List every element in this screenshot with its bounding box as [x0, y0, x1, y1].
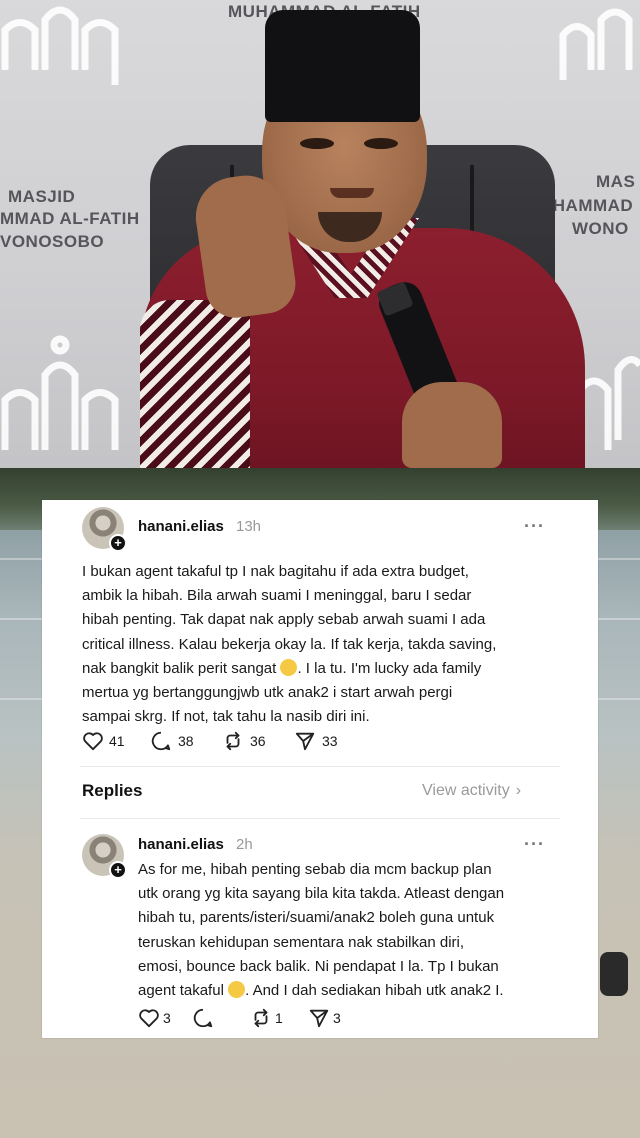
post-line: . I la tu. I'm lucky ada family	[297, 659, 482, 677]
reply-line: hibah tu, parents/isteri/suami/anak2 bol…	[138, 909, 495, 927]
post-line: nak bangkit balik perit sangat	[82, 659, 277, 677]
speaker-eye	[300, 138, 334, 149]
speaker-hand	[402, 382, 502, 468]
like-button[interactable]: 41	[82, 731, 150, 751]
share-button[interactable]: 3	[308, 1007, 362, 1029]
repost-icon	[254, 1008, 268, 1028]
mosque-logo-icon	[559, 8, 633, 80]
share-button[interactable]: 33	[294, 730, 362, 752]
divider	[80, 818, 560, 819]
sweat-smile-emoji	[228, 981, 246, 999]
reply-actions: 3 1 3	[138, 1007, 362, 1029]
reply-time: 2h	[236, 836, 253, 853]
post-line: critical illness. Kalau bekerja okay la.…	[82, 635, 497, 653]
follow-plus-icon[interactable]: +	[109, 534, 127, 552]
mosque-logo-icon	[1, 6, 119, 85]
post-line: sampai skrg. If not, tak tahu la nasib d…	[82, 708, 370, 726]
backdrop-text: VONOSOBO	[0, 232, 105, 251]
post-time: 13h	[236, 518, 262, 535]
view-activity-label: View activity	[422, 782, 510, 799]
post-actions: 41 38 36 33	[82, 730, 362, 752]
comment-count: 38	[178, 733, 194, 749]
post-line: ambik la hibah. Bila arwah suami I menin…	[82, 587, 472, 605]
threads-screenshot-card: + hanani.elias 13h ··· I bukan agent tak…	[42, 500, 598, 1038]
heart-icon	[83, 732, 103, 751]
replies-title: Replies	[82, 781, 143, 800]
like-count: 3	[163, 1010, 171, 1026]
post-line: mertua yg bertanggungjwb utk anak2 i sta…	[82, 684, 453, 702]
backdrop-text: MMAD AL-FATIH	[0, 209, 140, 228]
more-options-icon[interactable]: ···	[524, 516, 545, 537]
reply-line: emosi, bounce back balik. Ni pendapat I …	[138, 957, 499, 975]
mosque-logo-icon	[1, 335, 119, 450]
reply-line: teruskan kehidupan sementara nak stabilk…	[138, 933, 465, 951]
divider	[80, 766, 560, 767]
pleading-face-emoji	[280, 658, 298, 676]
reply-line: . And I dah sediakan hibah utk anak2 I.	[245, 982, 504, 1000]
comment-icon	[193, 1008, 213, 1028]
chevron-right-icon: ›	[515, 782, 522, 799]
speaker-eye	[364, 138, 398, 149]
follow-plus-icon[interactable]: +	[109, 861, 127, 879]
avatar[interactable]: +	[82, 507, 127, 552]
post-body: I bukan agent takaful tp I nak bagitahu …	[82, 560, 562, 729]
repost-icon	[226, 731, 240, 751]
post-line: I bukan agent takaful tp I nak bagitahu …	[82, 563, 469, 580]
share-count: 3	[333, 1010, 341, 1026]
video-frame: MUHAMMAD AL-FATIH MASJID MMAD AL-FATIH V…	[0, 0, 640, 468]
repost-count: 1	[275, 1010, 283, 1026]
backdrop-text: WONO	[572, 219, 629, 238]
speaker-cap	[265, 10, 420, 122]
like-count: 41	[109, 733, 125, 749]
reply-post: + hanani.elias 2h ··· As for me, hibah p…	[42, 822, 598, 1038]
robe-sleeve	[140, 300, 250, 468]
send-icon	[309, 1009, 329, 1028]
repost-count: 36	[250, 733, 266, 749]
post-line: hibah penting. Tak dapat nak apply sebab…	[82, 611, 486, 629]
post: + hanani.elias 13h ··· I bukan agent tak…	[42, 500, 598, 770]
reply-line: As for me, hibah penting sebab dia mcm b…	[138, 861, 492, 878]
backdrop-text: MASJID	[8, 187, 76, 206]
backdrop-text: MAS	[596, 172, 636, 191]
repost-button[interactable]: 1	[250, 1007, 308, 1029]
tire	[600, 952, 628, 996]
post-username[interactable]: hanani.elias	[138, 518, 224, 535]
reply-body: As for me, hibah penting sebab dia mcm b…	[138, 858, 578, 1003]
reply-line: utk orang yg kita sayang bila kita takda…	[138, 885, 505, 903]
more-options-icon[interactable]: ···	[524, 834, 545, 855]
send-icon	[295, 732, 315, 751]
heart-icon	[139, 1009, 159, 1028]
like-button[interactable]: 3	[138, 1008, 192, 1028]
view-activity-link[interactable]: View activity ›	[422, 782, 521, 800]
share-count: 33	[322, 733, 338, 749]
repost-button[interactable]: 36	[222, 730, 294, 752]
speaker-mouth	[330, 188, 374, 198]
avatar[interactable]: +	[82, 834, 127, 879]
reply-username[interactable]: hanani.elias	[138, 836, 224, 853]
comment-icon	[151, 731, 171, 751]
comment-button[interactable]	[192, 1007, 250, 1029]
reply-line: agent takaful	[138, 982, 224, 1000]
comment-button[interactable]: 38	[150, 730, 222, 752]
